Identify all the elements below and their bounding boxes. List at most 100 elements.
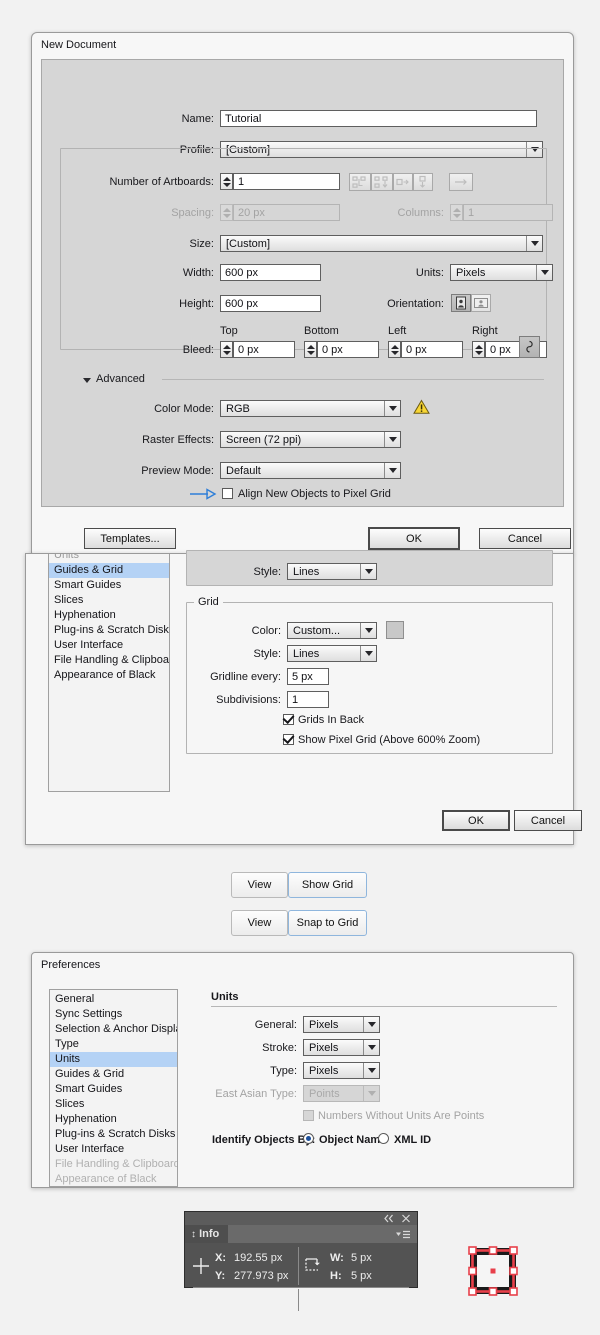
sidebar-item-hyphenation[interactable]: Hyphenation bbox=[50, 1112, 177, 1127]
bleed-top-label: Top bbox=[220, 325, 238, 337]
menu-item-snap-to-grid-button[interactable]: Snap to Grid bbox=[288, 910, 367, 936]
units-select[interactable]: Pixels bbox=[450, 264, 553, 281]
sidebar-item-smart-guides[interactable]: Smart Guides bbox=[49, 578, 169, 593]
menu-view-button-2[interactable]: View bbox=[231, 910, 288, 936]
sidebar-item-units[interactable]: Units bbox=[49, 554, 169, 563]
info-tab[interactable]: ↕ Info bbox=[185, 1225, 229, 1243]
sidebar-item-guides-grid[interactable]: Guides & Grid bbox=[49, 563, 169, 578]
menu-view-button-1[interactable]: View bbox=[231, 872, 288, 898]
artboard-grid-by-column-button[interactable] bbox=[371, 173, 393, 191]
units-east-asian-value: Points bbox=[309, 1088, 340, 1100]
subdivisions-label: Subdivisions: bbox=[216, 694, 281, 706]
grid-by-column-icon bbox=[374, 176, 388, 188]
grids-in-back-checkbox[interactable] bbox=[283, 714, 294, 725]
artboards-input[interactable]: 1 bbox=[233, 173, 340, 190]
sidebar-item-selection-anchor-display[interactable]: Selection & Anchor Display bbox=[50, 1022, 177, 1037]
sidebar-item-file-handling-clipboard[interactable]: File Handling & Clipboard bbox=[49, 653, 169, 668]
chevron-down-icon bbox=[536, 265, 552, 280]
sidebar-item-guides-grid[interactable]: Guides & Grid bbox=[50, 1067, 177, 1082]
sidebar-item-hyphenation[interactable]: Hyphenation bbox=[49, 608, 169, 623]
grid-style-select[interactable]: Lines bbox=[287, 645, 377, 662]
units-east-asian-label: East Asian Type: bbox=[215, 1088, 297, 1100]
preferences-guides-grid-dialog: Units Guides & Grid Smart Guides Slices Hyph… bbox=[25, 550, 582, 845]
bleed-right-stepper[interactable] bbox=[472, 341, 485, 358]
units-stroke-select[interactable]: Pixels bbox=[303, 1039, 380, 1056]
cancel-button[interactable]: Cancel bbox=[479, 528, 571, 549]
panel-menu-icon[interactable] bbox=[395, 1230, 411, 1243]
show-pixel-grid-checkbox[interactable] bbox=[283, 734, 294, 745]
height-input[interactable]: 600 px bbox=[220, 295, 321, 312]
artboard-direction-button[interactable] bbox=[449, 173, 473, 191]
grid-color-select[interactable]: Custom... bbox=[287, 622, 377, 639]
units-stroke-label: Stroke: bbox=[262, 1042, 297, 1054]
grid-color-swatch[interactable] bbox=[386, 621, 404, 639]
spacing-label: Spacing: bbox=[171, 207, 214, 219]
templates-button[interactable]: Templates... bbox=[84, 528, 176, 549]
gridline-every-label: Gridline every: bbox=[210, 671, 281, 683]
spacing-stepper bbox=[220, 204, 233, 221]
size-select[interactable]: [Custom] bbox=[220, 235, 543, 252]
name-input[interactable]: Tutorial bbox=[220, 110, 537, 127]
orientation-portrait-button[interactable] bbox=[451, 294, 471, 312]
bleed-link-button[interactable] bbox=[519, 336, 540, 358]
show-pixel-grid-label: Show Pixel Grid (Above 600% Zoom) bbox=[298, 734, 481, 746]
sidebar-item-user-interface[interactable]: User Interface bbox=[50, 1142, 177, 1157]
bleed-left-input[interactable]: 0 px bbox=[401, 341, 463, 358]
identify-xml-id-radio[interactable] bbox=[378, 1133, 389, 1144]
color-mode-select[interactable]: RGB bbox=[220, 400, 401, 417]
bleed-bottom-stepper[interactable] bbox=[304, 341, 317, 358]
preview-mode-select[interactable]: Default bbox=[220, 462, 401, 479]
raster-effects-select[interactable]: Screen (72 ppi) bbox=[220, 431, 401, 448]
sidebar-item-smart-guides[interactable]: Smart Guides bbox=[50, 1082, 177, 1097]
prefs-units-sidebar[interactable]: General Sync Settings Selection & Anchor D… bbox=[49, 989, 178, 1187]
sidebar-item-plug-ins-scratch-disks[interactable]: Plug-ins & Scratch Disks bbox=[49, 623, 169, 638]
prefs-guides-sidebar[interactable]: Units Guides & Grid Smart Guides Slices Hyph… bbox=[48, 554, 170, 792]
sidebar-item-slices[interactable]: Slices bbox=[50, 1097, 177, 1112]
guides-style-select[interactable]: Lines bbox=[287, 563, 377, 580]
align-pixel-grid-checkbox[interactable] bbox=[222, 488, 233, 499]
width-input[interactable]: 600 px bbox=[220, 264, 321, 281]
artboards-stepper[interactable] bbox=[220, 173, 233, 190]
units-type-select[interactable]: Pixels bbox=[303, 1062, 380, 1079]
bleed-bottom-input[interactable]: 0 px bbox=[317, 341, 379, 358]
sidebar-item-units[interactable]: Units bbox=[50, 1052, 177, 1067]
prefs-guides-ok-button[interactable]: OK bbox=[442, 810, 510, 831]
bounding-box-icon bbox=[303, 1257, 323, 1278]
advanced-disclosure-icon[interactable] bbox=[82, 375, 92, 388]
bleed-left-stepper[interactable] bbox=[388, 341, 401, 358]
name-label: Name: bbox=[181, 113, 214, 125]
chevron-down-icon bbox=[526, 236, 542, 251]
info-x-label: X: bbox=[215, 1252, 226, 1264]
info-h-label: H: bbox=[330, 1270, 342, 1282]
artboard-arrange-by-column-button[interactable] bbox=[413, 173, 433, 191]
ok-button[interactable]: OK bbox=[368, 527, 460, 550]
menu-item-show-grid-button[interactable]: Show Grid bbox=[288, 872, 367, 898]
identify-object-name-radio[interactable] bbox=[303, 1133, 314, 1144]
sidebar-item-file-handling-clipboard[interactable]: File Handling & Clipboard bbox=[50, 1157, 177, 1172]
sidebar-item-appearance-of-black[interactable]: Appearance of Black bbox=[49, 668, 169, 683]
bleed-top-stepper[interactable] bbox=[220, 341, 233, 358]
prefs-guides-cancel-button[interactable]: Cancel bbox=[514, 810, 582, 831]
units-general-select[interactable]: Pixels bbox=[303, 1016, 380, 1033]
bleed-label: Bleed: bbox=[182, 344, 214, 356]
sidebar-item-appearance-of-black[interactable]: Appearance of Black bbox=[50, 1172, 177, 1186]
identify-xml-id-label: XML ID bbox=[394, 1134, 432, 1146]
sidebar-item-user-interface[interactable]: User Interface bbox=[49, 638, 169, 653]
sidebar-item-general[interactable]: General bbox=[50, 992, 177, 1007]
artboard-grid-by-row-button[interactable] bbox=[349, 173, 371, 191]
subdivisions-input[interactable]: 1 bbox=[287, 691, 329, 708]
dialog-title: New Document bbox=[41, 39, 117, 51]
info-y-value: 277.973 px bbox=[234, 1270, 289, 1282]
orientation-landscape-button[interactable] bbox=[471, 294, 491, 312]
link-chain-icon bbox=[526, 340, 533, 353]
chevron-down-icon bbox=[360, 646, 376, 661]
columns-label: Columns: bbox=[397, 207, 444, 219]
chevron-down-icon bbox=[363, 1063, 379, 1078]
artboard-arrange-by-row-button[interactable] bbox=[393, 173, 413, 191]
sidebar-item-type[interactable]: Type bbox=[50, 1037, 177, 1052]
gridline-every-input[interactable]: 5 px bbox=[287, 668, 329, 685]
bleed-top-input[interactable]: 0 px bbox=[233, 341, 295, 358]
sidebar-item-sync-settings[interactable]: Sync Settings bbox=[50, 1007, 177, 1022]
sidebar-item-plug-ins-scratch-disks[interactable]: Plug-ins & Scratch Disks bbox=[50, 1127, 177, 1142]
sidebar-item-slices[interactable]: Slices bbox=[49, 593, 169, 608]
